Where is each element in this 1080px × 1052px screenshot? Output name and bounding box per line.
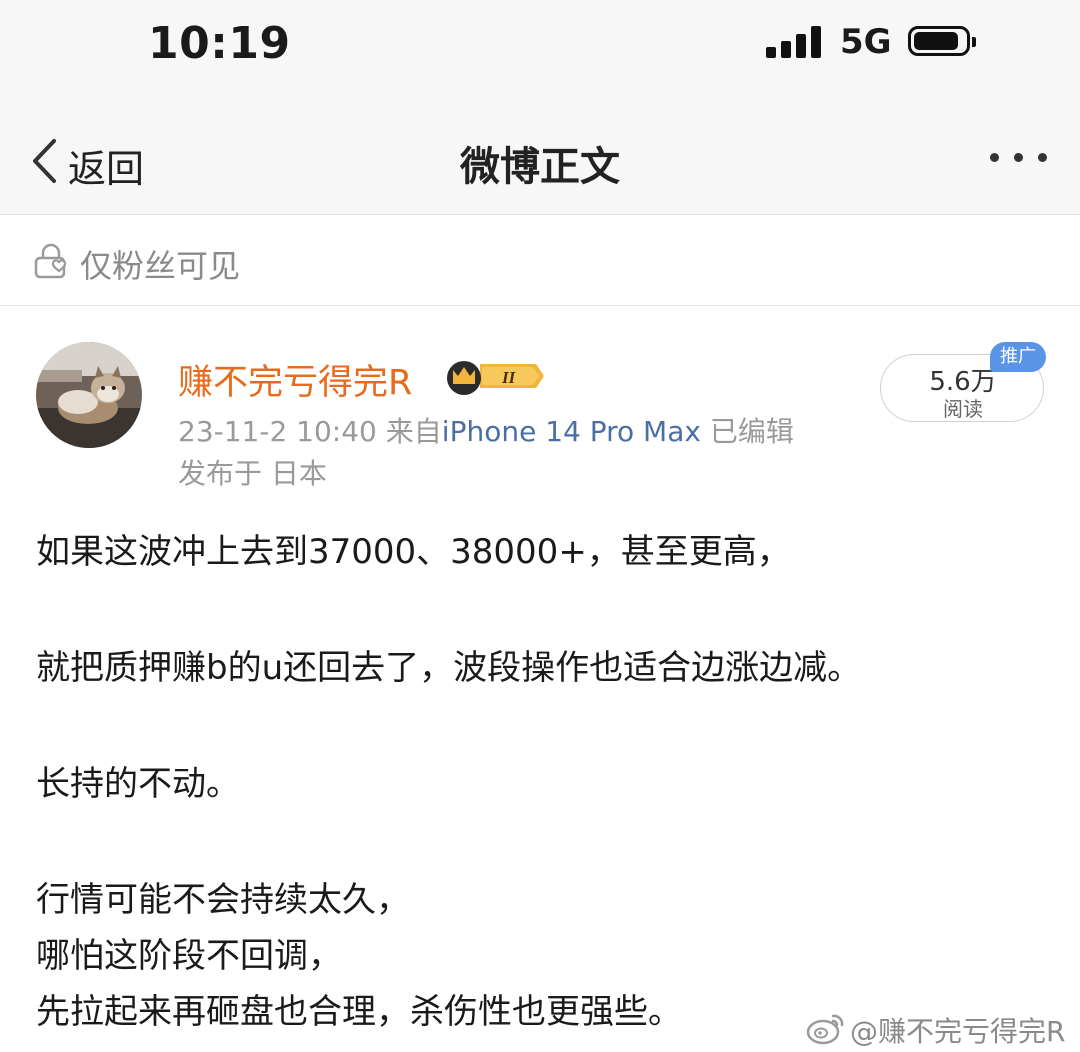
battery-icon	[908, 26, 976, 58]
author-name[interactable]: 赚不完亏得完R	[178, 354, 412, 405]
post-text-line: 就把质押赚b的u还回去了，波段操作也适合边涨边减。	[36, 648, 862, 688]
post-location: 发布于 日本	[178, 457, 327, 490]
badge-level: II	[501, 368, 517, 387]
chevron-left-icon	[33, 139, 56, 183]
avatar[interactable]	[36, 342, 142, 448]
source-prefix: 来自	[385, 415, 442, 448]
read-label: 阅读	[943, 397, 983, 421]
post-text-line: 哪怕这阶段不回调，	[36, 936, 342, 976]
visibility-label: 仅粉丝可见	[80, 247, 241, 285]
post-text-line: 长持的不动。	[36, 764, 240, 804]
network-type: 5G	[840, 22, 892, 62]
fans-only-lock-icon	[34, 243, 67, 279]
post-text-line: 如果这波冲上去到37000、38000+，甚至更高，	[36, 532, 791, 572]
more-dots-icon	[990, 153, 999, 162]
status-time: 10:19	[148, 18, 291, 69]
top-bar: 10:19 5G 返回 微博正文	[0, 0, 1080, 214]
cellular-signal-icon	[766, 26, 824, 58]
post-timestamp: 23-11-2 10:40	[178, 415, 377, 448]
more-button[interactable]	[986, 148, 1050, 172]
post-text-line: 先拉起来再砸盘也合理，杀伤性也更强些。	[36, 992, 682, 1032]
post-text-line: 行情可能不会持续太久，	[36, 880, 410, 920]
visibility-row: 仅粉丝可见	[0, 215, 1080, 305]
weibo-logo-icon	[806, 1014, 844, 1045]
divider	[0, 305, 1080, 306]
page-title: 微博正文	[460, 144, 620, 190]
watermark-text: @赚不完亏得完R	[850, 1015, 1066, 1048]
post-meta: 23-11-2 10:40 来自iPhone 14 Pro Max 已编辑	[178, 410, 794, 450]
cat-avatar-image	[36, 342, 142, 448]
crown-level-badge-icon[interactable]: II	[444, 356, 544, 396]
back-label: 返回	[68, 147, 145, 191]
edited-label: 已编辑	[709, 415, 794, 448]
source-device[interactable]: iPhone 14 Pro Max	[442, 415, 701, 448]
promo-tag[interactable]: 推广	[990, 342, 1046, 372]
